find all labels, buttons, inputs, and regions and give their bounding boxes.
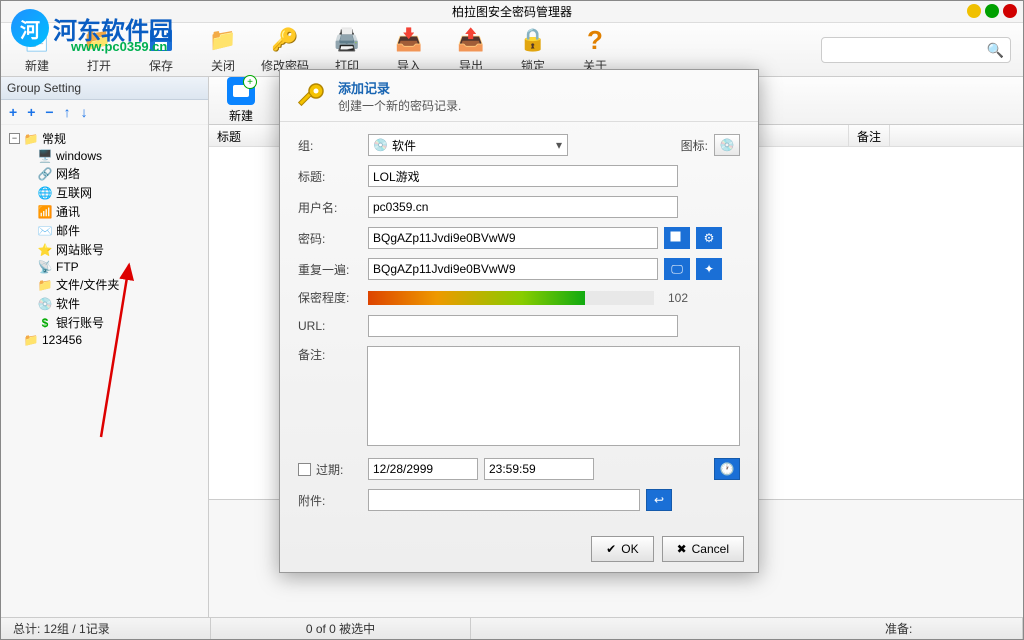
folder-icon: 📁 <box>23 132 39 146</box>
key-icon: 🔑 <box>270 25 300 55</box>
record-new-button[interactable]: 新建 <box>219 77 263 124</box>
toolbar-export-button[interactable]: 📤导出 <box>441 25 501 75</box>
label-repeat: 重复一遍: <box>298 261 368 278</box>
label-user: 用户名: <box>298 199 368 216</box>
settings-button[interactable]: ✦ <box>696 258 722 280</box>
watermark-logo-icon: 河 <box>11 9 49 47</box>
toolbar-close-button[interactable]: 📁关闭 <box>193 25 253 75</box>
screen-button[interactable]: 🖵 <box>664 258 690 280</box>
sidebar-title: Group Setting <box>1 77 208 100</box>
expire-date-input[interactable] <box>368 458 478 480</box>
tree-item-comm[interactable]: 📶通讯 <box>3 202 206 221</box>
label-title: 标题: <box>298 168 368 185</box>
disc-icon: 💿 <box>37 297 53 311</box>
toolbar-import-button[interactable]: 📥导入 <box>379 25 439 75</box>
toolbar-print-button[interactable]: 🖨️打印 <box>317 25 377 75</box>
mail-icon: ✉️ <box>37 224 53 238</box>
label-strength: 保密程度: <box>298 289 368 306</box>
lock-icon: 🔒 <box>518 25 548 55</box>
status-ready: 准备: <box>873 618 1023 639</box>
sidebar-up-button[interactable]: ↑ <box>64 104 71 120</box>
star-icon: ⭐ <box>37 243 53 257</box>
expire-time-input[interactable] <box>484 458 594 480</box>
disc-icon: 💿 <box>720 138 735 152</box>
help-icon: ? <box>580 25 610 55</box>
username-input[interactable] <box>368 196 678 218</box>
signal-icon: 📶 <box>37 205 53 219</box>
label-note: 备注: <box>298 346 367 363</box>
toolbar-lock-button[interactable]: 🔒锁定 <box>503 25 563 75</box>
group-select[interactable]: 💿软件 <box>368 134 568 156</box>
search-input[interactable]: 🔍 <box>821 37 1011 63</box>
app-title: 柏拉图安全密码管理器 <box>452 3 572 20</box>
window-minimize-button[interactable] <box>967 4 981 18</box>
watermark-url: www.pc0359.cn <box>71 39 167 54</box>
password-input[interactable] <box>368 227 658 249</box>
label-attach: 附件: <box>298 492 368 509</box>
ftp-icon: 📡 <box>37 260 53 274</box>
new-record-icon <box>227 77 255 105</box>
generate-password-button[interactable]: ⚙ <box>696 227 722 249</box>
status-total: 总计: 12组 / 1记录 <box>1 618 211 639</box>
tree-item-mail[interactable]: ✉️邮件 <box>3 221 206 240</box>
print-icon: 🖨️ <box>332 25 362 55</box>
col-note[interactable]: 备注 <box>849 125 890 146</box>
sidebar-ops: + + − ↑ ↓ <box>1 100 208 125</box>
url-input[interactable] <box>368 315 678 337</box>
import-icon: 📥 <box>394 25 424 55</box>
sidebar-add2-button[interactable]: + <box>27 104 35 120</box>
network-icon: 🔗 <box>37 167 53 181</box>
label-group: 组: <box>298 137 368 154</box>
monitor-icon: 🖥️ <box>37 149 53 163</box>
status-selection: 0 of 0 被选中 <box>211 618 471 639</box>
export-icon: 📤 <box>456 25 486 55</box>
globe-icon: 🌐 <box>37 186 53 200</box>
ok-button[interactable]: ✔OK <box>591 536 653 562</box>
sidebar-add-button[interactable]: + <box>9 104 17 120</box>
dialog-title: 添加记录 <box>338 78 461 97</box>
tree-item-network[interactable]: 🔗网络 <box>3 164 206 183</box>
folder-icon: 📁 <box>23 333 39 347</box>
notes-textarea[interactable] <box>367 346 740 446</box>
search-icon: 🔍 <box>987 42 1004 59</box>
label-pass: 密码: <box>298 230 368 247</box>
tree-item-internet[interactable]: 🌐互联网 <box>3 183 206 202</box>
repeat-password-input[interactable] <box>368 258 658 280</box>
expire-checkbox[interactable] <box>298 463 311 476</box>
annotation-arrow-icon <box>91 257 171 447</box>
close-folder-icon: 📁 <box>208 25 238 55</box>
attachment-field[interactable] <box>368 489 640 511</box>
folder2-icon: 📁 <box>37 278 53 292</box>
sidebar-down-button[interactable]: ↓ <box>81 104 88 120</box>
cancel-button[interactable]: ✖Cancel <box>662 536 744 562</box>
dollar-icon: $ <box>37 316 53 330</box>
label-url: URL: <box>298 319 368 333</box>
toolbar-about-button[interactable]: ?关于 <box>565 25 625 75</box>
strength-bar <box>368 291 654 305</box>
sidebar-remove-button[interactable]: − <box>45 104 53 120</box>
label-icon: 图标: <box>681 137 708 154</box>
icon-picker-button[interactable]: 💿 <box>714 134 740 156</box>
dialog-subtitle: 创建一个新的密码记录. <box>338 97 461 114</box>
tree-root[interactable]: −📁常规 <box>3 129 206 148</box>
add-record-dialog: 添加记录 创建一个新的密码记录. 组: 💿软件 图标: 💿 标题: 用户名: 密… <box>279 69 759 573</box>
window-maximize-button[interactable] <box>985 4 999 18</box>
statusbar: 总计: 12组 / 1记录 0 of 0 被选中 准备: <box>1 617 1023 639</box>
label-expire: 过期: <box>316 461 343 478</box>
window-close-button[interactable] <box>1003 4 1017 18</box>
check-icon: ✔ <box>606 542 616 556</box>
attachment-browse-button[interactable]: ↩ <box>646 489 672 511</box>
collapse-icon[interactable]: − <box>9 133 20 144</box>
expire-picker-button[interactable]: 🕐 <box>714 458 740 480</box>
disc-icon: 💿 <box>373 138 388 152</box>
strength-score: 102 <box>668 291 688 305</box>
key-icon <box>294 79 328 113</box>
tree-item-windows[interactable]: 🖥️windows <box>3 148 206 164</box>
x-icon: ✖ <box>677 542 687 556</box>
toggle-password-button[interactable] <box>664 227 690 249</box>
title-input[interactable] <box>368 165 678 187</box>
toolbar-changepw-button[interactable]: 🔑修改密码 <box>255 25 315 75</box>
